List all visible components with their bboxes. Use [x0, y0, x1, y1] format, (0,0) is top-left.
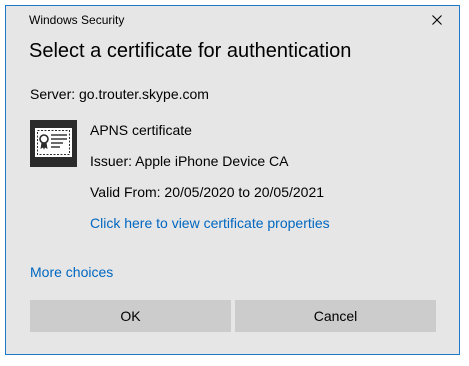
- view-certificate-properties-link[interactable]: Click here to view certificate propertie…: [90, 215, 330, 231]
- certificate-tile[interactable]: [30, 120, 77, 167]
- dialog-heading: Select a certificate for authentication: [29, 40, 352, 62]
- ok-button[interactable]: OK: [30, 300, 231, 332]
- window-title: Windows Security: [29, 13, 125, 27]
- certificate-issuer: Issuer: Apple iPhone Device CA: [90, 153, 289, 169]
- close-icon: [432, 15, 442, 25]
- cancel-button[interactable]: Cancel: [235, 300, 436, 332]
- certificate-name: APNS certificate: [90, 122, 192, 138]
- certificate-icon: [35, 128, 72, 157]
- server-label: Server: go.trouter.skype.com: [30, 86, 209, 102]
- more-choices-link[interactable]: More choices: [30, 264, 113, 280]
- windows-security-dialog: Windows Security Select a certificate fo…: [5, 5, 460, 355]
- close-button[interactable]: [415, 6, 459, 34]
- certificate-validity: Valid From: 20/05/2020 to 20/05/2021: [90, 184, 325, 200]
